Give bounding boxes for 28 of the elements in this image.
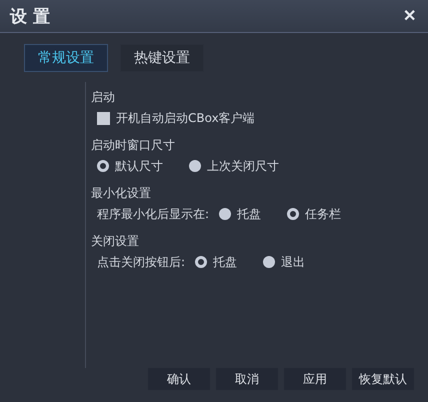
section-heading: 最小化设置	[91, 185, 152, 202]
checkbox-label: 开机自动启动CBox客户端	[116, 110, 255, 126]
section-heading: 关闭设置	[91, 233, 140, 250]
radio-button[interactable]	[287, 208, 300, 220]
option-prompt: 程序最小化后显示在:	[97, 206, 210, 222]
radio-label: 任务栏	[305, 206, 342, 222]
dialog-button[interactable]: 取消	[216, 368, 278, 390]
radio-label: 默认尺寸	[115, 158, 163, 174]
tab[interactable]: 热键设置	[120, 44, 204, 72]
radio-button[interactable]	[195, 256, 208, 268]
dialog-button[interactable]: 应用	[284, 368, 346, 390]
window-title: 设 置	[10, 6, 50, 28]
option-prompt: 点击关闭按钮后:	[97, 254, 186, 270]
radio-label: 上次关闭尺寸	[207, 158, 279, 174]
radio-label: 退出	[281, 254, 306, 270]
radio-button[interactable]	[219, 208, 232, 220]
section-heading: 启动	[91, 89, 116, 106]
section-heading: 启动时窗口尺寸	[91, 137, 176, 154]
close-button[interactable]: ✕	[401, 6, 418, 26]
radio-button[interactable]	[97, 160, 109, 172]
radio-label: 托盘	[213, 254, 238, 270]
checkbox[interactable]	[97, 112, 110, 124]
dialog-button[interactable]: 恢复默认	[352, 368, 414, 390]
radio-button[interactable]	[263, 256, 276, 268]
tab[interactable]: 常规设置	[24, 44, 108, 72]
radio-label: 托盘	[237, 206, 262, 222]
dialog-button[interactable]: 确认	[148, 368, 210, 390]
radio-button[interactable]	[189, 160, 201, 172]
